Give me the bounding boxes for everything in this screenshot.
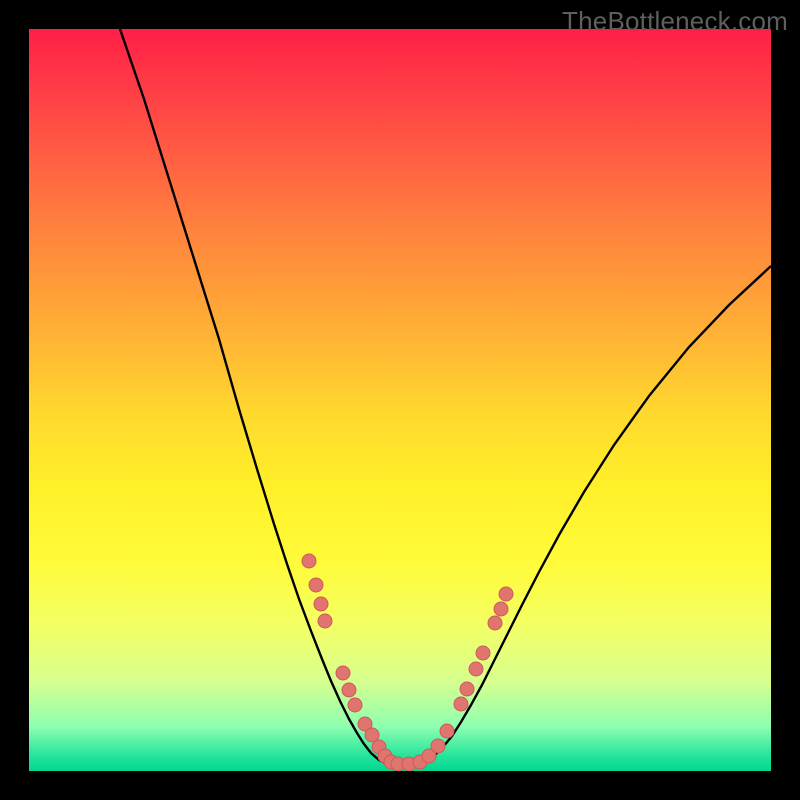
data-point [314,597,328,611]
data-points-group [302,554,513,771]
data-point [318,614,332,628]
data-point [476,646,490,660]
data-point [499,587,513,601]
data-point [488,616,502,630]
data-point [302,554,316,568]
bottleneck-curve-plot [29,29,771,771]
data-point [342,683,356,697]
data-point [336,666,350,680]
data-point [494,602,508,616]
data-point [431,739,445,753]
bottleneck-curve [120,29,771,765]
data-point [460,682,474,696]
data-point [348,698,362,712]
data-point [309,578,323,592]
data-point [440,724,454,738]
data-point [469,662,483,676]
watermark-text: TheBottleneck.com [562,6,788,37]
chart-area [29,29,771,771]
data-point [454,697,468,711]
